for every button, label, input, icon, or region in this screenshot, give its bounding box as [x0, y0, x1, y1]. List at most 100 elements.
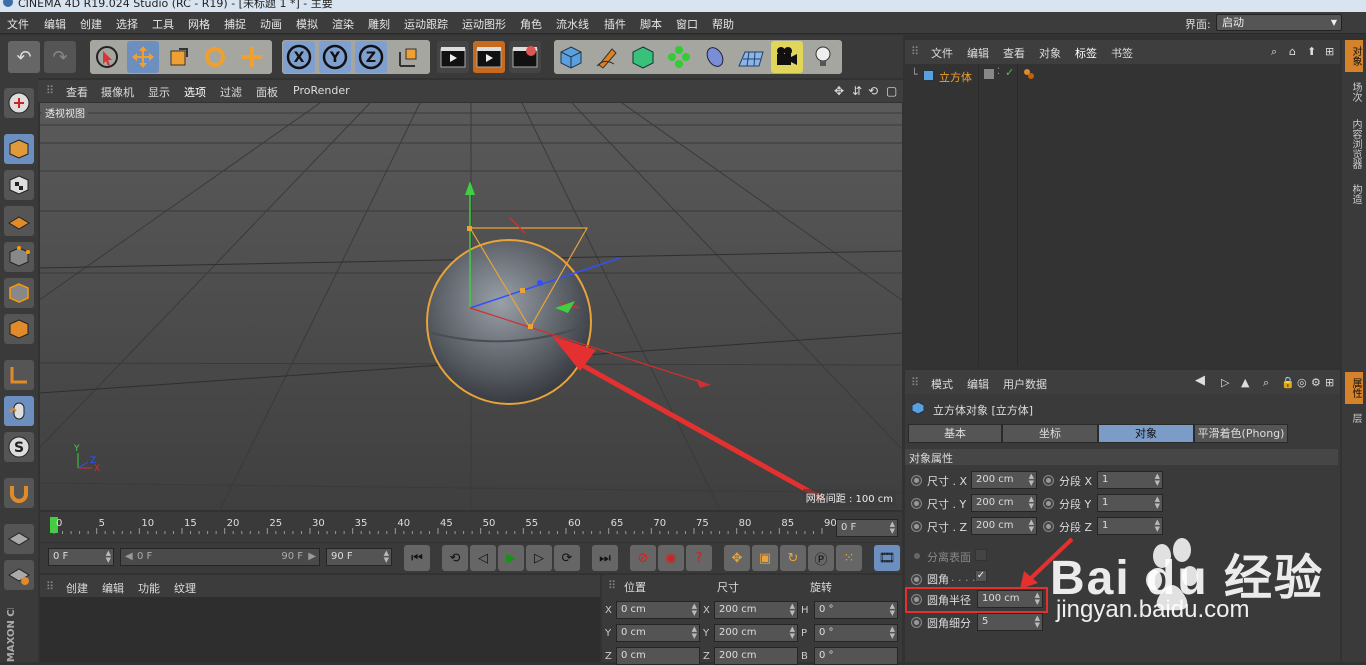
- attr-settings-icon[interactable]: ⚙: [1311, 376, 1321, 389]
- object-row-cube[interactable]: └ 立方体: [907, 68, 979, 84]
- anim-dot-icon[interactable]: [911, 521, 922, 532]
- spinner-icon[interactable]: ▲ ▼: [1029, 496, 1034, 510]
- right-tab-structure[interactable]: 构造: [1345, 178, 1363, 210]
- objmgr-search-icon[interactable]: ⌕: [1271, 45, 1277, 59]
- texture-mode-icon[interactable]: [4, 170, 34, 200]
- menu-tools[interactable]: 工具: [152, 16, 174, 32]
- fillet-subdivision-input[interactable]: 5 ▲ ▼: [977, 613, 1043, 631]
- render-picture-viewer-icon[interactable]: [473, 41, 505, 73]
- tab-coordinates[interactable]: 坐标: [1002, 424, 1098, 443]
- polygons-mode-icon[interactable]: [4, 314, 34, 344]
- separate-faces-checkbox[interactable]: [975, 549, 987, 561]
- spinner-icon[interactable]: ▲ ▼: [790, 626, 795, 640]
- redo-icon[interactable]: ↷: [44, 41, 76, 73]
- right-tab-layers[interactable]: 层: [1345, 406, 1363, 430]
- range-left-arrow-icon[interactable]: ◀: [125, 549, 133, 565]
- spinner-icon[interactable]: ▲ ▼: [106, 550, 111, 564]
- play-icon[interactable]: ▶: [498, 545, 524, 571]
- viewport-menu-cameras[interactable]: 摄像机: [101, 84, 134, 100]
- spinner-icon[interactable]: ▲ ▼: [1155, 473, 1160, 487]
- rotation-h-field[interactable]: 0 ° ▲ ▼: [814, 601, 898, 619]
- auto-key-icon[interactable]: ◉: [658, 545, 684, 571]
- anim-dot-icon[interactable]: [1043, 475, 1054, 486]
- render-settings-icon[interactable]: [509, 41, 541, 73]
- tab-basic[interactable]: 基本: [908, 424, 1002, 443]
- spinner-icon[interactable]: ▲ ▼: [1155, 496, 1160, 510]
- size-x-input[interactable]: 200 cm ▲ ▼: [971, 471, 1037, 489]
- objmgr-menu-file[interactable]: 文件: [931, 45, 953, 61]
- render-view-icon[interactable]: [437, 41, 469, 73]
- rotate-icon[interactable]: [199, 41, 231, 73]
- spinner-icon[interactable]: ▲ ▼: [790, 603, 795, 617]
- menu-script[interactable]: 脚本: [640, 16, 662, 32]
- anim-dot-icon[interactable]: [1043, 521, 1054, 532]
- menu-snap[interactable]: 捕捉: [224, 16, 246, 32]
- z-axis-icon[interactable]: Z: [355, 41, 387, 73]
- viewport-menu-prorender[interactable]: ProRender: [293, 84, 350, 97]
- model-mode-icon[interactable]: [4, 134, 34, 164]
- spinner-icon[interactable]: ▲ ▼: [890, 521, 895, 535]
- attr-target-icon[interactable]: ◎: [1297, 376, 1307, 389]
- transform-icon[interactable]: [236, 41, 268, 73]
- x-axis-icon[interactable]: X: [283, 41, 315, 73]
- key-point-level-icon[interactable]: ⁙: [836, 545, 862, 571]
- y-axis-icon[interactable]: Y: [319, 41, 351, 73]
- objmgr-up-icon[interactable]: ⬆: [1307, 45, 1316, 58]
- fillet-checkbox[interactable]: ✓: [975, 570, 987, 582]
- spinner-icon[interactable]: ▲ ▼: [692, 603, 697, 617]
- spinner-icon[interactable]: ▲ ▼: [1029, 473, 1034, 487]
- objmgr-home-icon[interactable]: ⌂: [1289, 45, 1296, 58]
- size-z-input[interactable]: 200 cm ▲ ▼: [971, 517, 1037, 535]
- attr-menu-userdata[interactable]: 用户数据: [1003, 376, 1047, 392]
- frame-range-slider[interactable]: ◀ 0 F 90 F ▶: [120, 548, 320, 566]
- right-tab-objects[interactable]: 对象: [1345, 40, 1363, 72]
- material-menu-create[interactable]: 创建: [66, 580, 88, 596]
- viewport-pan-icon[interactable]: ✥: [834, 84, 844, 98]
- layer-swatch-icon[interactable]: [984, 69, 994, 79]
- spinner-icon[interactable]: ▲ ▼: [1035, 615, 1040, 629]
- menu-animate[interactable]: 动画: [260, 16, 282, 32]
- layout-select[interactable]: 启动 ▼: [1216, 14, 1342, 31]
- objmgr-new-window-icon[interactable]: ⊞: [1325, 45, 1334, 58]
- forward-arrow-icon[interactable]: ▷: [1221, 376, 1229, 389]
- light-icon[interactable]: [807, 41, 839, 73]
- objmgr-menu-view[interactable]: 查看: [1003, 45, 1025, 61]
- current-frame-field[interactable]: 0 F ▲ ▼: [836, 519, 898, 537]
- visibility-dots-icon[interactable]: ⁚: [997, 67, 1000, 77]
- floor-icon[interactable]: [735, 41, 767, 73]
- menu-file[interactable]: 文件: [7, 16, 29, 32]
- previous-key-icon[interactable]: ⟲: [442, 545, 468, 571]
- segments-y-input[interactable]: 1 ▲ ▼: [1097, 494, 1163, 512]
- menu-motion-tracker[interactable]: 运动跟踪: [404, 16, 448, 32]
- timeline-window-icon[interactable]: 🎞: [874, 545, 900, 571]
- menu-mesh[interactable]: 网格: [188, 16, 210, 32]
- key-position-icon[interactable]: ✥: [724, 545, 750, 571]
- spinner-icon[interactable]: ▲ ▼: [1029, 519, 1034, 533]
- viewport-rotate-icon[interactable]: ⟲: [868, 84, 878, 98]
- objmgr-menu-bookmarks[interactable]: 书签: [1111, 45, 1133, 61]
- tweak-mode-icon[interactable]: [4, 396, 34, 426]
- points-mode-icon[interactable]: [4, 242, 34, 272]
- scale-icon[interactable]: [163, 41, 195, 73]
- object-name[interactable]: 立方体: [939, 69, 972, 85]
- move-icon[interactable]: [127, 41, 159, 73]
- size-y-field[interactable]: 200 cm ▲ ▼: [714, 624, 798, 642]
- attr-new-window-icon[interactable]: ⊞: [1325, 376, 1334, 389]
- coordinate-system-icon[interactable]: [392, 41, 424, 73]
- position-z-field[interactable]: 0 cm: [616, 647, 700, 665]
- material-menu-edit[interactable]: 编辑: [102, 580, 124, 596]
- next-frame-icon[interactable]: ▷: [526, 545, 552, 571]
- anim-dot-icon[interactable]: [911, 498, 922, 509]
- spinner-icon[interactable]: ▲ ▼: [384, 550, 389, 564]
- cube-icon[interactable]: [555, 41, 587, 73]
- edges-mode-icon[interactable]: [4, 278, 34, 308]
- tab-phong[interactable]: 平滑着色(Phong): [1194, 424, 1288, 443]
- objmgr-menu-edit[interactable]: 编辑: [967, 45, 989, 61]
- spinner-icon[interactable]: ▲ ▼: [1155, 519, 1160, 533]
- key-parameter-icon[interactable]: Ⓟ: [808, 545, 834, 571]
- size-y-input[interactable]: 200 cm ▲ ▼: [971, 494, 1037, 512]
- range-right-arrow-icon[interactable]: ▶: [308, 549, 316, 565]
- back-arrow-icon[interactable]: ◀: [1195, 373, 1205, 388]
- menu-create[interactable]: 创建: [80, 16, 102, 32]
- menu-sculpt[interactable]: 雕刻: [368, 16, 390, 32]
